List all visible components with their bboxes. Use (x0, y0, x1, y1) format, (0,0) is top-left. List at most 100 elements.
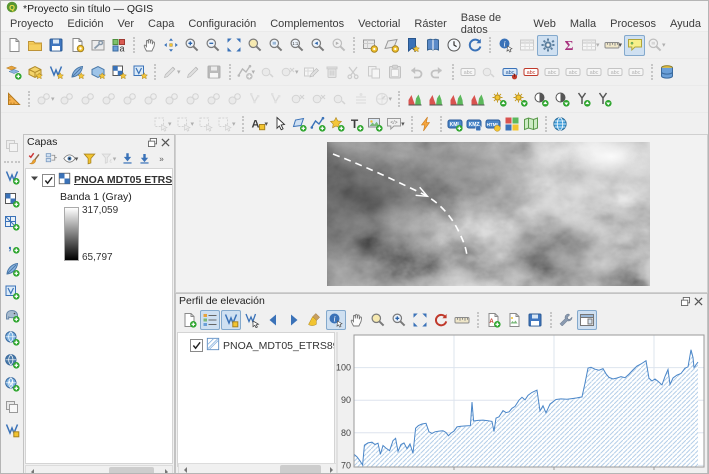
scroll-left-icon[interactable] (26, 466, 37, 474)
identify-profile-features-icon[interactable]: i (326, 310, 346, 330)
expander-icon[interactable] (30, 174, 39, 186)
pan-profile-icon[interactable] (347, 310, 367, 330)
menu-base-de-datos[interactable]: Base de datos (454, 12, 527, 36)
refresh-map-icon[interactable] (464, 35, 485, 56)
zoom-profile-full-icon[interactable] (410, 310, 430, 330)
close-profile-panel-icon[interactable] (692, 296, 704, 307)
add-sql-server-layer-icon[interactable] (2, 282, 22, 302)
temporal-controller-icon[interactable] (443, 35, 464, 56)
tile-wizard-icon[interactable] (503, 114, 522, 133)
zoom-native-icon[interactable]: 1:1 (286, 35, 307, 56)
menu-complementos[interactable]: Complementos (263, 18, 351, 30)
new-print-layout-icon[interactable] (66, 35, 87, 56)
profile-layer-checkbox[interactable] (190, 339, 203, 352)
zoom-in-icon[interactable] (181, 35, 202, 56)
profile-layer-list[interactable]: PNOA_MDT05_ETRS89_HU30_0 (177, 332, 335, 467)
add-spatialite-layer-icon[interactable] (2, 259, 22, 279)
zoom-last-icon[interactable] (307, 35, 328, 56)
elevation-profile-chart[interactable]: 7080901000 m5.00010.00015.000 m (335, 332, 707, 474)
menu-procesos[interactable]: Procesos (603, 18, 663, 30)
menu-configuracion[interactable]: Configuración (181, 18, 263, 30)
zoom-profile-in-icon[interactable] (389, 310, 409, 330)
processing-toolbox-icon[interactable] (537, 35, 558, 56)
new-virtual-layer-icon[interactable] (2, 420, 22, 440)
full-cumulative-cut-stretch-icon[interactable] (467, 89, 488, 110)
project-save-icon[interactable] (45, 35, 66, 56)
add-group-icon[interactable] (43, 150, 60, 167)
menu-ver[interactable]: Ver (111, 18, 142, 30)
cad-tools-icon[interactable] (3, 89, 24, 110)
db-manager-icon[interactable] (657, 62, 678, 83)
pan-map-icon[interactable] (139, 35, 160, 56)
line-annotation-icon[interactable] (308, 114, 327, 133)
layout-options-icon[interactable] (556, 310, 576, 330)
float-panel-icon[interactable] (146, 137, 158, 148)
profile-layer-name[interactable]: PNOA_MDT05_ETRS89_HU30_0 (223, 340, 334, 352)
show-statistical-summary-icon[interactable]: Σ (558, 35, 579, 56)
zoom-to-selection-icon[interactable] (244, 35, 265, 56)
new-temporary-scratch-layer-icon[interactable] (87, 62, 108, 83)
layer-diagram-icon[interactable]: abc (521, 62, 542, 83)
show-spatial-bookmarks-icon[interactable] (422, 35, 443, 56)
add-raster-layer-icon[interactable] (2, 190, 22, 210)
layer-tree-item[interactable]: PNOA MDT05 ETRS89 HU (30, 172, 172, 188)
menu-malla[interactable]: Malla (563, 18, 603, 30)
add-wms-layer-icon[interactable] (2, 328, 22, 348)
menu-raster[interactable]: Ráster (407, 18, 453, 30)
reset-view-icon[interactable] (431, 310, 451, 330)
new-map-view-icon[interactable] (359, 35, 380, 56)
style-manager-icon[interactable]: a (108, 35, 129, 56)
export-as-pdf-icon[interactable]: A (483, 310, 503, 330)
filter-legend-icon[interactable] (81, 150, 98, 167)
show-layout-manager-icon[interactable] (87, 35, 108, 56)
open-data-source-manager-icon[interactable] (3, 62, 24, 83)
capture-curve-from-feature-icon[interactable] (242, 310, 262, 330)
measure-distances-icon[interactable] (452, 310, 472, 330)
profile-list-hscrollbar[interactable] (178, 463, 338, 474)
increase-brightness-icon[interactable] (488, 89, 509, 110)
collapse-all-icon[interactable] (136, 150, 153, 167)
add-layers-icon[interactable] (179, 310, 199, 330)
open-layer-styling-panel-icon[interactable] (26, 150, 43, 167)
measure-line-icon[interactable]: ▾ (602, 35, 625, 56)
new-virtual-layer-icon[interactable] (129, 62, 150, 83)
add-delimited-text-layer-icon[interactable]: , (2, 236, 22, 256)
add-mesh-layer-icon[interactable] (2, 213, 22, 233)
menu-edicion[interactable]: Edición (60, 18, 110, 30)
menu-proyecto[interactable]: Proyecto (3, 18, 60, 30)
save-as-icon[interactable] (525, 310, 545, 330)
zoom-out-icon[interactable] (202, 35, 223, 56)
add-postgis-layer-icon[interactable] (2, 305, 22, 325)
nudge-right-icon[interactable] (284, 310, 304, 330)
scroll-right-icon[interactable] (161, 466, 172, 474)
local-cumulative-cut-stretch-icon[interactable] (446, 89, 467, 110)
text-annotation-icon[interactable]: A▾ (248, 114, 271, 133)
form-annotation-icon[interactable]: </>▾ (384, 114, 407, 133)
export-to-kml-icon[interactable]: KML (446, 114, 465, 133)
menu-web[interactable]: Web (526, 18, 562, 30)
local-histogram-stretch-icon[interactable] (404, 89, 425, 110)
close-panel-icon[interactable] (159, 137, 171, 148)
export-map-icon[interactable] (522, 114, 541, 133)
scroll-left-icon[interactable] (179, 464, 190, 474)
new-mesh-layer-icon[interactable] (108, 62, 129, 83)
metasearch-icon[interactable] (551, 114, 570, 133)
map-canvas[interactable] (175, 134, 708, 293)
map-tips-icon[interactable] (624, 35, 645, 56)
new-shapefile-layer-icon[interactable] (45, 62, 66, 83)
move-annotation-icon[interactable] (270, 114, 289, 133)
polygon-annotation-icon[interactable] (289, 114, 308, 133)
project-new-icon[interactable] (3, 35, 24, 56)
identify-features-icon[interactable]: i (495, 35, 516, 56)
dock-panel-icon[interactable] (577, 310, 597, 330)
decrease-gamma-icon[interactable] (593, 89, 614, 110)
marker-annotation-icon[interactable] (327, 114, 346, 133)
new-spatial-bookmark-icon[interactable] (401, 35, 422, 56)
export-to-kmz-icon[interactable]: KMZ (465, 114, 484, 133)
profile-layer-item[interactable]: PNOA_MDT05_ETRS89_HU30_0 (190, 337, 334, 354)
pan-to-selection-icon[interactable] (160, 35, 181, 56)
image-annotation-icon[interactable] (365, 114, 384, 133)
zoom-full-x-icon[interactable] (368, 310, 388, 330)
add-virtual-layer-icon[interactable] (2, 397, 22, 417)
layer-labeling-icon[interactable]: abc (500, 62, 521, 83)
